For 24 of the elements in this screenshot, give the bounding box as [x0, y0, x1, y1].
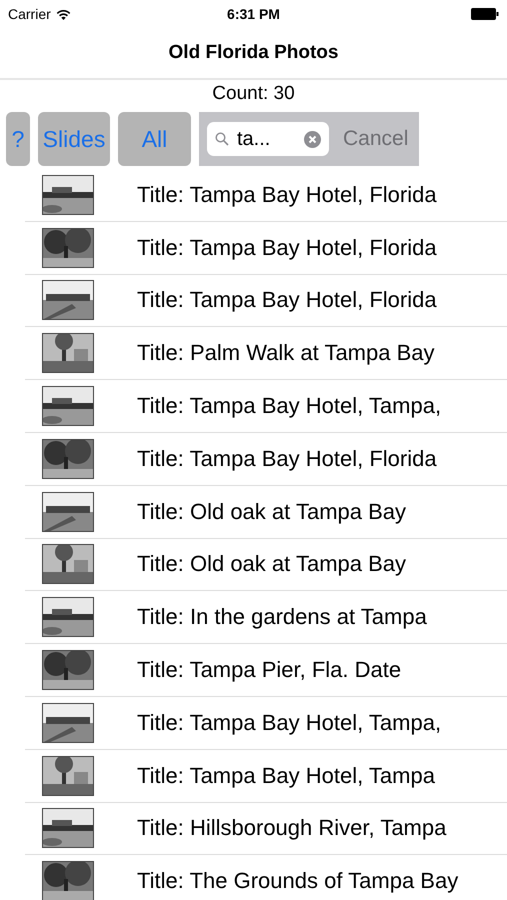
search-value: ta...	[237, 128, 272, 150]
photo-title[interactable]: Title: In the gardens at Tampa	[137, 604, 427, 630]
photo-title[interactable]: Title: Tampa Bay Hotel, Florida	[137, 234, 437, 261]
photo-title[interactable]: Title: Tampa Pier, Fla. Date	[137, 657, 402, 684]
photo-title[interactable]: Title: Old oak at Tampa Bay	[137, 551, 406, 578]
photo-title[interactable]: Title: Old oak at Tampa Bay	[137, 498, 406, 525]
search-field[interactable]: ta...	[207, 122, 329, 156]
photo-title[interactable]: Title: Tampa Bay Hotel, Tampa,	[137, 710, 442, 736]
carrier-label: Carrier	[8, 6, 51, 22]
battery-icon	[471, 8, 499, 20]
clear-icon[interactable]	[304, 130, 321, 148]
photo-title[interactable]: Title: Hillsborough River, Tampa	[137, 815, 446, 842]
photo-title[interactable]: Title: Tampa Bay Hotel, Tampa	[137, 762, 435, 789]
search-icon	[215, 132, 229, 146]
photo-title[interactable]: Title: Tampa Bay Hotel, Florida	[137, 287, 437, 314]
photo-title[interactable]: Title: Tampa Bay Hotel, Florida	[137, 446, 437, 472]
clock-time: 6:31 PM	[227, 6, 280, 22]
photo-title[interactable]: Title: Palm Walk at Tampa Bay	[137, 340, 435, 366]
count-label: Count: 30	[212, 83, 295, 105]
wifi-icon	[56, 8, 71, 20]
photo-title[interactable]: Title: Tampa Bay Hotel, Tampa,	[137, 393, 442, 420]
nav-title: Old Florida Photos	[168, 42, 338, 64]
photo-title[interactable]: Title: The Grounds of Tampa Bay	[137, 868, 458, 894]
photo-title[interactable]: Title: Tampa Bay Hotel, Florida	[137, 182, 437, 208]
